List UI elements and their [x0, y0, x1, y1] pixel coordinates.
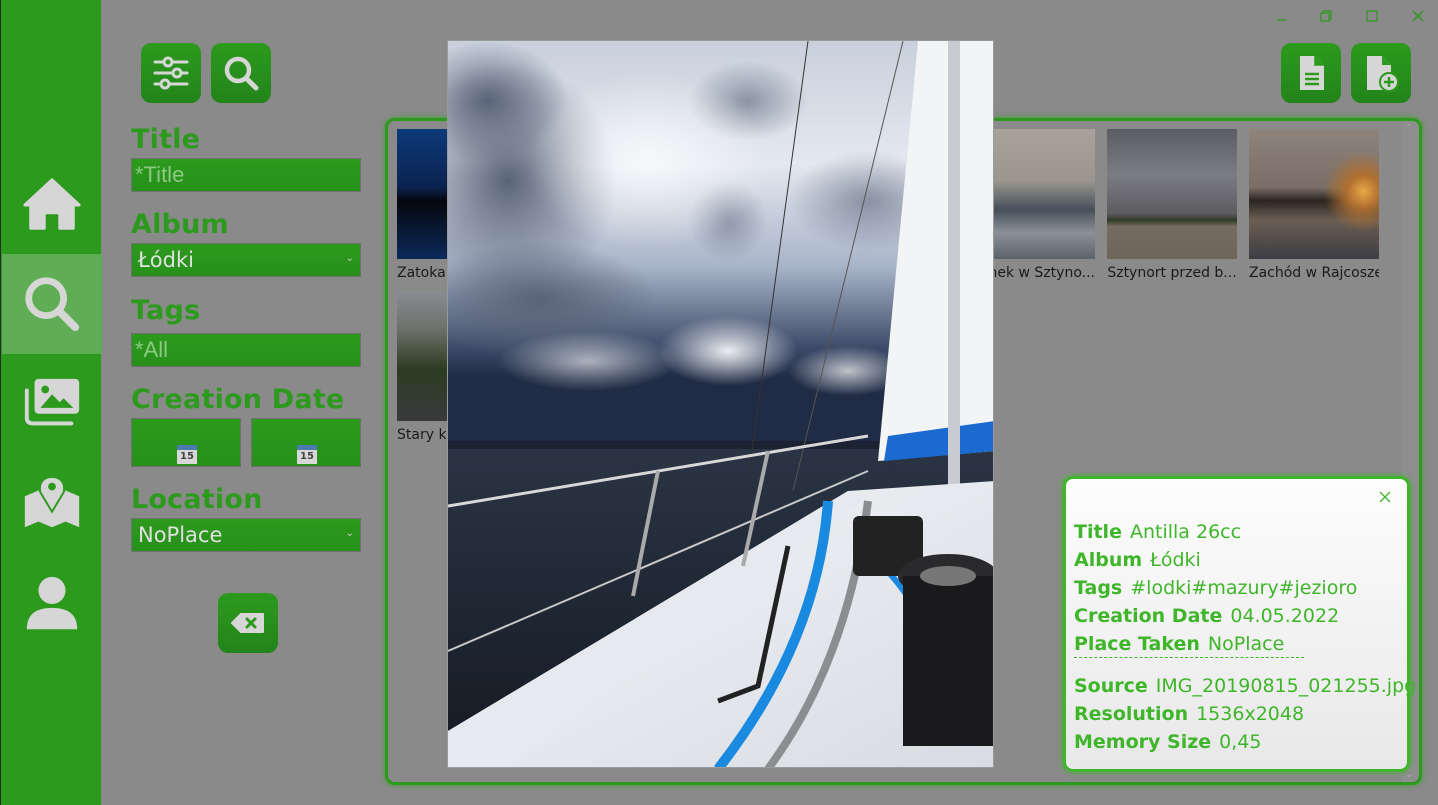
chevron-down-icon: ⌄	[345, 253, 354, 264]
album-label: Album	[131, 209, 229, 240]
close-icon	[1412, 10, 1424, 22]
add-document-button[interactable]	[1351, 43, 1411, 103]
creation-date-label: Creation Date	[131, 384, 345, 415]
sidebar-item-search[interactable]	[2, 254, 102, 354]
calendar-icon[interactable]: 15	[297, 445, 317, 464]
info-memory-row: Memory Size 0,45	[1074, 731, 1262, 753]
title-label: Title	[131, 124, 201, 155]
info-resolution-row: Resolution 1536x2048	[1074, 703, 1305, 725]
backspace-icon	[231, 613, 264, 633]
minimize-button[interactable]	[1270, 6, 1294, 26]
search-icon	[25, 277, 80, 332]
title-placeholder: *Title	[135, 162, 185, 187]
photo-info-card: Title Antilla 26cc Album Łódki Tags #lodki#…	[1063, 476, 1416, 772]
document-add-icon	[1367, 56, 1399, 92]
tags-label: Tags	[131, 295, 201, 326]
location-select[interactable]: NoPlace ⌄	[131, 518, 361, 552]
search-button[interactable]	[211, 43, 271, 103]
tags-input[interactable]: *All	[131, 333, 361, 367]
maximize-icon	[1366, 10, 1378, 22]
sidebar	[0, 0, 102, 805]
thumbnail-item[interactable]: Zachód w Rajcosze	[1249, 129, 1379, 281]
album-select[interactable]: Łódki ⌄	[131, 243, 361, 277]
thumbnail-caption: Zachód w Rajcosze	[1249, 265, 1379, 281]
divider	[1074, 657, 1304, 658]
document-button[interactable]	[1281, 43, 1341, 103]
chevron-up-icon[interactable]: ⌃	[1405, 123, 1413, 134]
sidebar-item-home[interactable]	[2, 155, 102, 255]
chevron-down-icon: ⌄	[345, 528, 354, 539]
sidebar-item-map[interactable]	[2, 454, 102, 554]
thumbnail-image	[1249, 129, 1379, 259]
sailboat-photo	[448, 41, 993, 767]
location-label: Location	[131, 484, 263, 515]
restore-icon	[1320, 10, 1332, 22]
map-pin-icon	[24, 475, 80, 528]
date-to-picker[interactable]: 15	[251, 418, 361, 467]
title-input[interactable]: *Title	[131, 158, 361, 192]
info-title-row: Title Antilla 26cc	[1074, 521, 1242, 543]
sidebar-item-user[interactable]	[2, 554, 102, 654]
album-value: Łódki	[138, 248, 194, 272]
close-icon[interactable]	[1377, 489, 1393, 505]
thumbnail-image	[1107, 129, 1237, 259]
date-from-picker[interactable]: 15	[131, 418, 241, 467]
sidebar-item-gallery[interactable]	[2, 354, 102, 454]
chevron-down-icon[interactable]: ⌄	[1405, 769, 1413, 780]
close-button[interactable]	[1406, 6, 1430, 26]
info-place-row: Place Taken NoPlace	[1074, 633, 1285, 655]
tags-placeholder: *All	[135, 337, 169, 362]
images-icon	[24, 378, 80, 426]
home-icon	[23, 178, 81, 230]
info-creation-date-row: Creation Date 04.05.2022	[1074, 605, 1340, 627]
photo-preview[interactable]	[447, 40, 994, 768]
document-icon	[1300, 56, 1324, 90]
info-tags-row: Tags #lodki#mazury#jezioro	[1074, 577, 1358, 599]
user-icon	[26, 576, 78, 630]
maximize-button[interactable]	[1360, 6, 1384, 26]
info-album-row: Album Łódki	[1074, 549, 1201, 571]
info-source-row: Source IMG_20190815_021255.jpg	[1074, 675, 1417, 697]
filters-button[interactable]	[141, 43, 201, 103]
restore-button[interactable]	[1314, 6, 1338, 26]
clear-filters-button[interactable]	[218, 593, 278, 653]
minimize-icon	[1277, 19, 1287, 21]
sliders-icon	[153, 56, 189, 90]
thumbnail-item[interactable]: Sztynort przed b...	[1107, 129, 1237, 281]
search-icon	[224, 56, 259, 91]
location-value: NoPlace	[138, 523, 223, 547]
thumbnail-caption: Sztynort przed b...	[1107, 265, 1237, 281]
calendar-icon[interactable]: 15	[177, 445, 197, 464]
